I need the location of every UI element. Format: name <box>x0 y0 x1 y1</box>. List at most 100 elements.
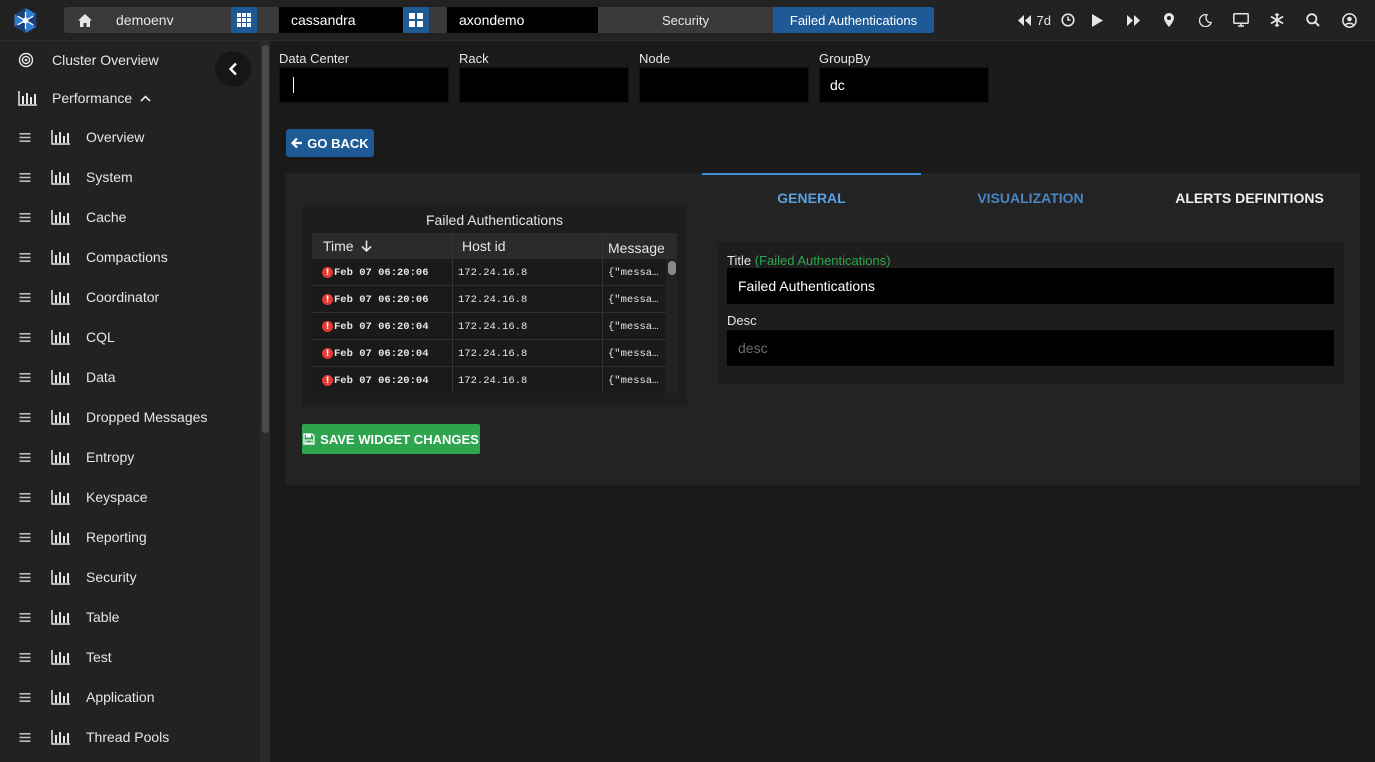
drag-handle-icon[interactable] <box>18 252 32 262</box>
sidebar-item-compactions[interactable]: Compactions <box>18 247 168 267</box>
user-button[interactable] <box>1331 10 1367 30</box>
cell-host: 172.24.16.8 <box>458 347 528 360</box>
theme-toggle-button[interactable] <box>1187 10 1223 30</box>
drag-handle-icon[interactable] <box>18 292 32 302</box>
breadcrumb-active[interactable]: Failed Authentications <box>773 7 934 33</box>
drag-handle-icon[interactable] <box>18 172 32 182</box>
sidebar-item-application[interactable]: Application <box>18 687 155 707</box>
groupby-input[interactable]: dc <box>819 67 989 103</box>
tab-alerts-definitions[interactable]: ALERTS DEFINITIONS <box>1140 175 1359 221</box>
sidebar-item-test[interactable]: Test <box>18 647 112 667</box>
breadcrumb-separator <box>257 7 279 33</box>
title-input[interactable]: Failed Authentications <box>727 268 1334 304</box>
sidebar-item-security[interactable]: Security <box>18 567 137 587</box>
cluster-grid-button[interactable] <box>403 7 429 33</box>
sidebar-item-label: Overview <box>86 129 145 145</box>
bar-chart-icon <box>51 570 70 585</box>
sidebar-item-thread-pools[interactable]: Thread Pools <box>18 727 169 747</box>
drag-handle-icon[interactable] <box>18 652 32 662</box>
breadcrumb-cluster[interactable]: cassandra <box>279 7 403 33</box>
drag-handle-icon[interactable] <box>18 492 32 502</box>
sidebar-item-label: Data <box>86 369 116 385</box>
sidebar-cluster-overview[interactable]: Cluster Overview <box>18 50 159 70</box>
tab-general[interactable]: GENERAL <box>702 175 921 221</box>
table-row[interactable]: ! Feb 07 06:20:06 172.24.16.8 {"messa… <box>312 259 667 286</box>
drag-handle-icon[interactable] <box>18 452 32 462</box>
breadcrumb-org[interactable]: axondemo <box>447 7 598 33</box>
toolbar: 7d <box>1013 10 1367 30</box>
sidebar-item-cql[interactable]: CQL <box>18 327 115 347</box>
drag-handle-icon[interactable] <box>18 132 32 142</box>
drag-handle-icon[interactable] <box>18 692 32 702</box>
node-input[interactable] <box>639 67 809 103</box>
drag-handle-icon[interactable] <box>18 572 32 582</box>
performance-label: Performance <box>52 90 133 106</box>
sidebar-item-table[interactable]: Table <box>18 607 119 627</box>
table-row[interactable]: ! Feb 07 06:20:04 172.24.16.8 {"messa… <box>312 340 667 367</box>
sidebar-item-reporting[interactable]: Reporting <box>18 527 147 547</box>
time-range-button[interactable] <box>1057 10 1079 30</box>
sidebar-item-coordinator[interactable]: Coordinator <box>18 287 159 307</box>
cell-message: {"messa… <box>608 320 659 333</box>
sidebar-item-system[interactable]: System <box>18 167 133 187</box>
table-row[interactable]: ! Feb 07 06:20:04 172.24.16.8 {"messa… <box>312 367 667 393</box>
col-time-header[interactable]: Time <box>323 233 372 259</box>
drag-handle-icon[interactable] <box>18 612 32 622</box>
col-host-header[interactable]: Host id <box>462 233 506 259</box>
sidebar-item-overview[interactable]: Overview <box>18 127 144 147</box>
desc-input[interactable]: desc <box>727 330 1334 366</box>
table-scrollbar-thumb[interactable] <box>668 261 676 275</box>
table-scrollbar[interactable] <box>666 259 677 393</box>
table-row[interactable]: ! Feb 07 06:20:06 172.24.16.8 {"messa… <box>312 286 667 313</box>
bar-chart-icon <box>51 530 70 545</box>
search-icon <box>1306 13 1320 27</box>
rewind-button[interactable] <box>1013 10 1037 30</box>
fast-forward-button[interactable] <box>1115 10 1151 30</box>
tab-visualization[interactable]: VISUALIZATION <box>921 175 1140 221</box>
drag-handle-icon[interactable] <box>18 532 32 542</box>
bar-chart-icon <box>51 130 70 145</box>
drag-handle-icon[interactable] <box>18 212 32 222</box>
save-widget-label: SAVE WIDGET CHANGES <box>320 431 479 447</box>
sidebar-collapse-button[interactable] <box>215 51 251 87</box>
table-header: Time Host id Message <box>312 233 677 259</box>
drag-handle-icon[interactable] <box>18 372 32 382</box>
sidebar-item-label: Table <box>86 609 120 625</box>
search-button[interactable] <box>1295 10 1331 30</box>
sidebar-performance-group[interactable]: Performance <box>18 88 151 108</box>
drag-handle-icon[interactable] <box>18 732 32 742</box>
failed-auth-table: Time Host id Message ! Feb 07 06:20:06 172… <box>312 233 677 393</box>
go-back-label: GO BACK <box>307 135 369 151</box>
save-widget-button[interactable]: SAVE WIDGET CHANGES <box>302 424 480 454</box>
cell-time: ! Feb 07 06:20:06 <box>322 286 450 313</box>
sidebar-item-cache[interactable]: Cache <box>18 207 126 227</box>
time-range-label[interactable]: 7d <box>1037 13 1051 28</box>
env-grid-button[interactable] <box>231 7 257 33</box>
breadcrumb-env[interactable]: demoenv <box>104 7 236 33</box>
freeze-button[interactable] <box>1259 10 1295 30</box>
go-back-button[interactable]: GO BACK <box>286 129 374 157</box>
breadcrumb-home[interactable] <box>64 7 104 33</box>
drag-handle-icon[interactable] <box>18 332 32 342</box>
sidebar-item-entropy[interactable]: Entropy <box>18 447 134 467</box>
drag-handle-icon[interactable] <box>18 412 32 422</box>
bar-chart-icon <box>51 490 70 505</box>
sidebar-item-dropped-messages[interactable]: Dropped Messages <box>18 407 207 427</box>
breadcrumb-section[interactable]: Security <box>598 7 773 33</box>
col-message-header[interactable]: Message <box>608 235 665 261</box>
desc-field-label: Desc <box>727 313 757 328</box>
sidebar-item-keyspace[interactable]: Keyspace <box>18 487 147 507</box>
bar-chart-icon <box>51 730 70 745</box>
bar-chart-icon <box>51 290 70 305</box>
sidebar-item-data[interactable]: Data <box>18 367 116 387</box>
table-row[interactable]: ! Feb 07 06:20:04 172.24.16.8 {"messa… <box>312 313 667 340</box>
display-button[interactable] <box>1223 10 1259 30</box>
user-circle-icon <box>1341 12 1357 28</box>
sidebar-scrollbar-thumb[interactable] <box>262 45 269 433</box>
data-center-input[interactable] <box>279 67 449 103</box>
title-field-label: Title (Failed Authentications) <box>727 253 891 268</box>
location-button[interactable] <box>1151 10 1187 30</box>
rack-input[interactable] <box>459 67 629 103</box>
play-button[interactable] <box>1079 10 1115 30</box>
axonops-logo-icon[interactable] <box>12 7 39 34</box>
